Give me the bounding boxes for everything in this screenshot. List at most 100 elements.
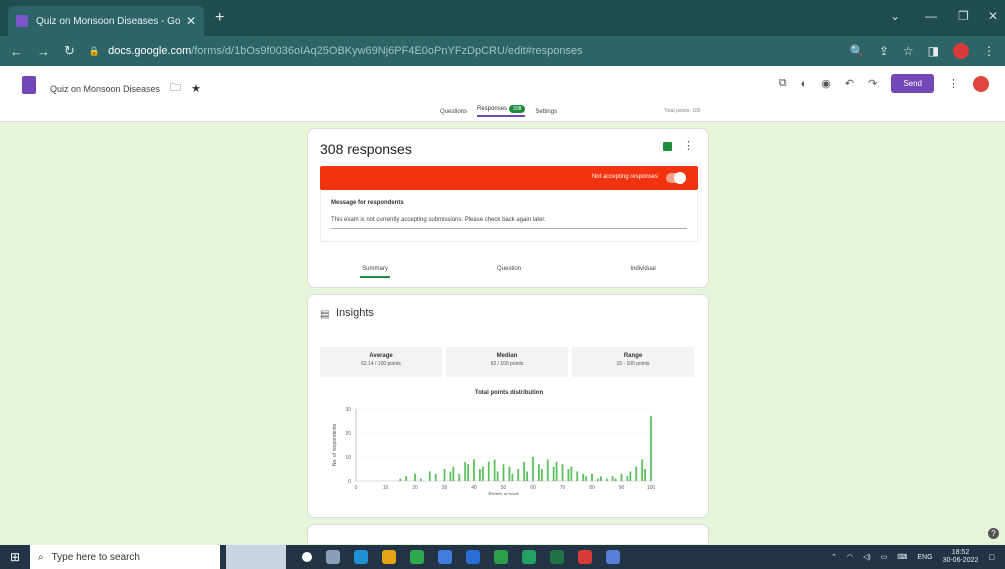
search-icon: ⌕ — [38, 551, 44, 563]
close-tab-icon[interactable]: ✕ — [186, 14, 196, 28]
tab-search-icon[interactable]: ⌄ — [890, 9, 900, 23]
bar — [585, 476, 587, 481]
toggle-knob — [674, 172, 686, 184]
search-highlight-image[interactable] — [226, 545, 286, 569]
responses-subtabs: Summary Question Individual — [308, 266, 710, 278]
x-tick-label: 80 — [589, 485, 595, 491]
bar — [605, 478, 608, 481]
excel-icon[interactable] — [550, 550, 564, 564]
x-tick-label: 20 — [412, 485, 418, 491]
forward-icon[interactable]: → — [37, 44, 50, 59]
x-tick-label: 40 — [471, 485, 477, 491]
subtab-individual[interactable]: Individual — [576, 266, 710, 272]
star-icon[interactable]: ★ — [191, 82, 201, 95]
lock-icon: 🔒 — [88, 45, 101, 56]
cortana-icon[interactable] — [302, 552, 312, 562]
taskbar-search[interactable]: ⌕ Type here to search — [30, 545, 220, 569]
edge-icon[interactable] — [354, 550, 368, 564]
y-tick-label: 0 — [348, 479, 351, 485]
profile-avatar[interactable] — [953, 43, 969, 59]
url-field[interactable]: docs.google.com/forms/d/1bOs9f0036oIAq25… — [108, 45, 582, 57]
chart-title: Total points distribution — [474, 390, 544, 396]
bar — [473, 459, 475, 481]
app-icon-11[interactable] — [606, 550, 620, 564]
bar — [526, 471, 528, 481]
accepting-responses-toggle[interactable] — [666, 172, 686, 184]
forms-favicon-icon — [16, 15, 28, 27]
language-indicator[interactable]: ENG — [917, 554, 932, 561]
y-tick-label: 10 — [345, 455, 351, 461]
stat-range: Range 15 - 100 points — [572, 347, 694, 377]
bar — [449, 471, 452, 481]
sidebar-icon[interactable]: ◨ — [928, 44, 939, 58]
responses-menu-icon[interactable]: ⋮ — [683, 139, 694, 152]
bar — [546, 459, 549, 481]
app-icon-5[interactable] — [438, 550, 452, 564]
app-icon-7[interactable] — [494, 550, 508, 564]
bar — [532, 457, 534, 481]
bar — [597, 478, 599, 481]
palette-icon[interactable]: ◐ — [801, 78, 808, 90]
x-tick-label: 30 — [442, 485, 448, 491]
clock[interactable]: 18:52 30-06-2022 — [943, 549, 979, 565]
network-icon[interactable]: ◠ — [847, 553, 853, 561]
tray-chevron-icon[interactable]: ⌃ — [831, 553, 837, 561]
notifications-icon[interactable]: ▢ — [988, 553, 995, 561]
help-icon[interactable]: ? — [988, 528, 999, 539]
tab-settings[interactable]: Settings — [535, 109, 557, 115]
message-heading: Message for respondents — [331, 200, 404, 206]
browser-menu-icon[interactable]: ⋮ — [983, 44, 995, 58]
total-points-label: Total points: 100 — [664, 108, 701, 114]
bookmark-star-icon[interactable]: ☆ — [903, 44, 914, 58]
battery-icon[interactable]: ▭ — [881, 553, 888, 561]
windows-start-icon[interactable]: ⊞ — [0, 550, 30, 564]
form-title[interactable]: Quiz on Monsoon Diseases — [50, 84, 160, 94]
message-text-input[interactable]: This exam is not currently accepting sub… — [331, 217, 546, 223]
x-tick-label: 10 — [383, 485, 389, 491]
minimize-icon[interactable]: — — [925, 9, 937, 23]
browser-tab[interactable]: Quiz on Monsoon Diseases - Go... ✕ — [8, 6, 204, 36]
bar — [614, 478, 617, 481]
whatsapp-icon[interactable] — [522, 550, 536, 564]
subtab-summary[interactable]: Summary — [308, 266, 442, 278]
bar — [434, 473, 437, 481]
undo-icon[interactable]: ↶ — [845, 77, 854, 90]
bar — [626, 476, 629, 481]
points-distribution-chart: 0 10 20 30 0 10 20 30 40 50 60 70 80 90 100 Points scor… — [332, 407, 655, 495]
account-avatar[interactable] — [973, 75, 989, 92]
sheets-icon[interactable] — [663, 142, 672, 151]
volume-icon[interactable]: ◁) — [863, 553, 871, 561]
x-tick-label: 70 — [560, 485, 566, 491]
not-accepting-banner: Not accepting responses — [320, 166, 698, 190]
more-options-icon[interactable]: ⋮ — [948, 77, 959, 90]
tab-title: Quiz on Monsoon Diseases - Go... — [36, 15, 180, 27]
x-axis-label: Points scored — [488, 492, 519, 495]
keyboard-icon[interactable]: ⌨ — [897, 553, 907, 561]
chrome-icon[interactable] — [410, 550, 424, 564]
reload-icon[interactable]: ↻ — [64, 43, 75, 59]
share-icon[interactable]: ⇪ — [879, 44, 889, 58]
addon-icon[interactable]: ⧉ — [779, 77, 787, 90]
close-window-icon[interactable]: ✕ — [988, 9, 998, 23]
app-icon-6[interactable] — [466, 550, 480, 564]
bar — [399, 478, 402, 481]
maximize-icon[interactable]: ❐ — [958, 9, 969, 23]
bar — [405, 476, 408, 481]
bar — [428, 471, 431, 481]
send-button[interactable]: Send — [891, 74, 934, 93]
x-tick-label: 90 — [619, 485, 625, 491]
back-icon[interactable]: ← — [10, 44, 23, 59]
taskbar-apps — [302, 550, 620, 564]
preview-eye-icon[interactable]: ◉ — [821, 77, 831, 90]
redo-icon[interactable]: ↷ — [868, 77, 877, 90]
file-explorer-icon[interactable] — [382, 550, 396, 564]
zoom-icon[interactable]: 🔍 — [850, 44, 865, 58]
folder-icon[interactable]: 🗀 — [170, 79, 181, 98]
responses-card: 308 responses ⋮ Not accepting responses … — [307, 128, 709, 288]
new-tab-button[interactable]: + — [215, 9, 224, 27]
task-view-icon[interactable] — [326, 550, 340, 564]
tab-responses[interactable]: Responses 308 — [477, 105, 526, 117]
subtab-question[interactable]: Question — [442, 266, 576, 272]
tab-questions[interactable]: Questions — [440, 109, 467, 115]
chrome-active-icon[interactable] — [578, 550, 592, 564]
